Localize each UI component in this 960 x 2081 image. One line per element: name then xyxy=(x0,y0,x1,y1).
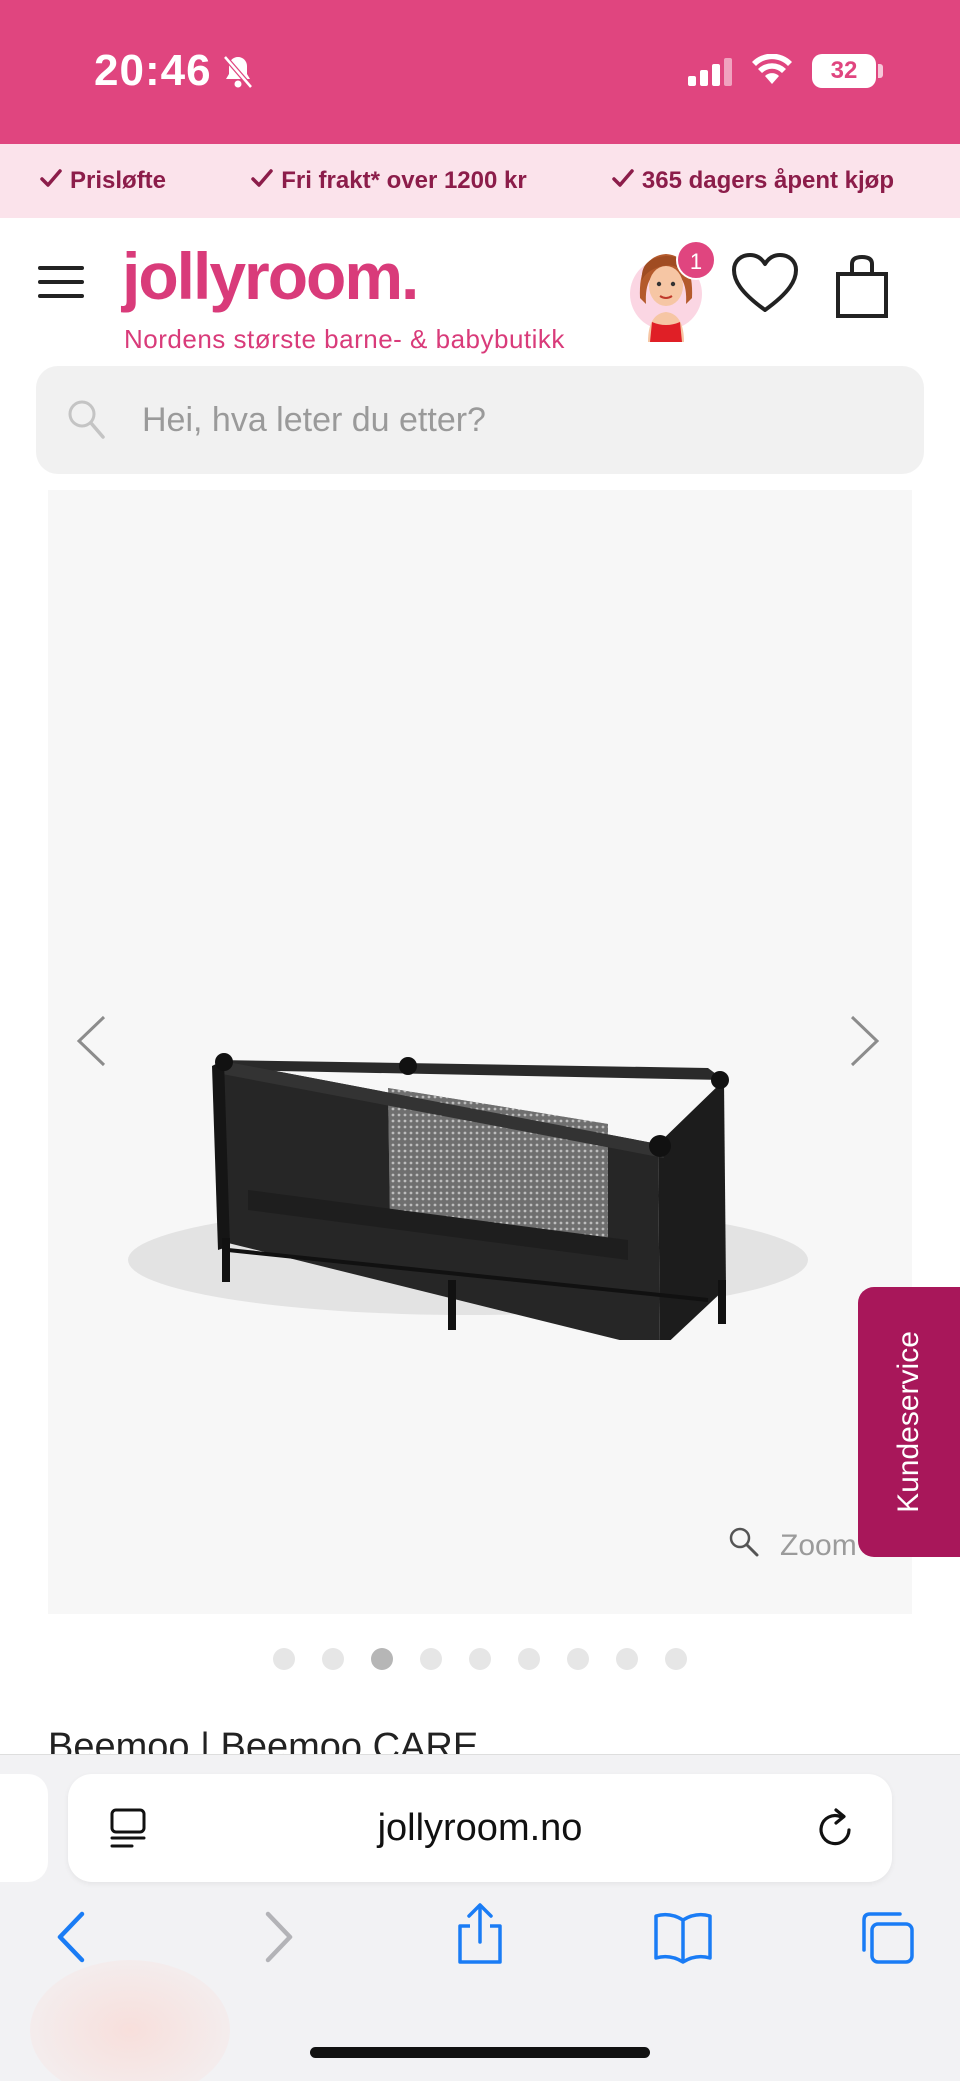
forward-chevron-icon[interactable] xyxy=(262,1910,296,1969)
gallery-dot[interactable] xyxy=(616,1648,638,1670)
address-url[interactable]: jollyroom.no xyxy=(68,1774,892,1882)
hamburger-menu-icon[interactable] xyxy=(36,262,86,302)
status-time: 20:46 xyxy=(94,46,212,95)
checkmark-icon xyxy=(251,167,273,195)
reload-icon[interactable] xyxy=(816,1808,856,1855)
usp-item-prislofte: Prisløfte xyxy=(40,167,166,195)
usp-item-fri-frakt: Fri frakt* over 1200 kr xyxy=(251,167,527,195)
kundeservice-label: Kundeservice xyxy=(892,1331,925,1513)
status-bar: 20:46 32 xyxy=(0,0,960,144)
home-indicator[interactable] xyxy=(310,2047,650,2058)
checkmark-icon xyxy=(40,167,62,195)
heart-icon[interactable] xyxy=(730,252,800,321)
cellular-signal-icon xyxy=(688,58,734,91)
gallery-pagination-dots xyxy=(0,1648,960,1670)
gallery-next-chevron-icon[interactable] xyxy=(848,1014,882,1073)
gallery-dot[interactable] xyxy=(322,1648,344,1670)
gallery-dot[interactable] xyxy=(518,1648,540,1670)
gallery-dot[interactable] xyxy=(273,1648,295,1670)
kundeservice-tab[interactable]: Kundeservice xyxy=(858,1287,960,1557)
site-logo[interactable]: jollyroom. xyxy=(122,238,419,314)
usp-bar: Prisløfte Fri frakt* over 1200 kr 365 da… xyxy=(0,144,960,218)
wifi-icon xyxy=(752,53,792,91)
bell-muted-icon xyxy=(222,54,254,95)
search-bar xyxy=(36,366,924,474)
usp-label: Prisløfte xyxy=(70,167,167,194)
product-image-travel-cot[interactable] xyxy=(108,920,808,1392)
battery-indicator: 32 xyxy=(812,54,876,88)
gallery-dot[interactable] xyxy=(665,1648,687,1670)
site-header: jollyroom. Nordens største barne- & baby… xyxy=(0,218,960,362)
address-bar[interactable]: jollyroom.no xyxy=(68,1774,892,1882)
bookmarks-icon[interactable] xyxy=(652,1910,714,1969)
zoom-label: Zoom xyxy=(780,1529,857,1562)
search-icon xyxy=(66,398,106,445)
tabs-icon[interactable] xyxy=(858,1910,916,1971)
usp-label: Fri frakt* over 1200 kr xyxy=(281,167,527,194)
back-chevron-icon[interactable] xyxy=(54,1910,88,1969)
profile-notification-badge: 1 xyxy=(676,240,716,280)
search-input[interactable] xyxy=(142,366,902,474)
usp-label: 365 dagers åpent kjøp xyxy=(641,167,894,194)
shopping-bag-icon[interactable] xyxy=(834,254,890,325)
gallery-dot[interactable] xyxy=(469,1648,491,1670)
gallery-dot-active[interactable] xyxy=(371,1648,393,1670)
zoom-magnifier-icon xyxy=(728,1526,760,1566)
gallery-dot[interactable] xyxy=(567,1648,589,1670)
usp-item-apent-kjop: 365 dagers åpent kjøp xyxy=(612,167,894,195)
battery-tip xyxy=(878,64,883,78)
product-gallery[interactable]: Zoom xyxy=(48,490,912,1614)
site-tagline: Nordens største barne- & babybutikk xyxy=(124,324,565,354)
share-icon[interactable] xyxy=(454,1902,506,1971)
previous-tab-card[interactable] xyxy=(0,1774,48,1882)
gallery-prev-chevron-icon[interactable] xyxy=(74,1014,108,1073)
checkmark-icon xyxy=(612,167,634,195)
gallery-dot[interactable] xyxy=(420,1648,442,1670)
zoom-button[interactable]: Zoom xyxy=(728,1526,857,1566)
